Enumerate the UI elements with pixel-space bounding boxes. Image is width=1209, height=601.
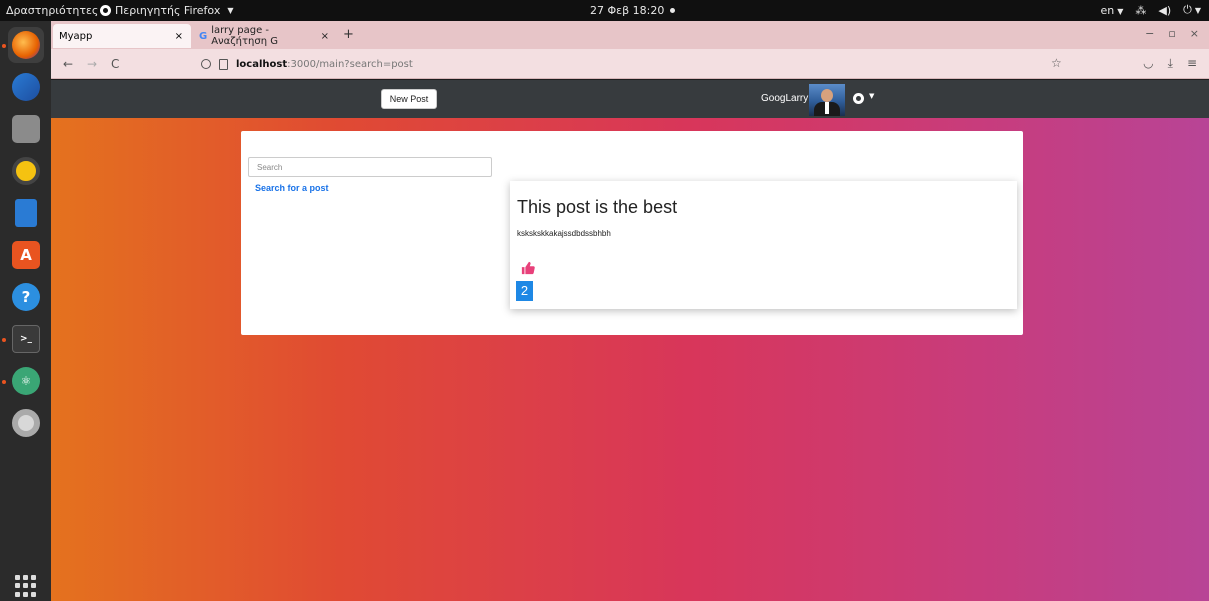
files-icon (12, 115, 40, 143)
software-icon: A (12, 241, 40, 269)
bookmark-star-icon[interactable]: ☆ (1051, 56, 1062, 70)
chevron-down-icon[interactable]: ▼ (869, 92, 874, 100)
user-circle-icon[interactable] (853, 93, 864, 104)
chevron-down-icon: ▼ (227, 6, 234, 15)
post-card: This post is the best ksksksk​kakajssdbd… (510, 181, 1017, 309)
url-bar[interactable]: localhost:3000/main?search=post (191, 54, 1071, 74)
dock: A ? >_ ⚛ (0, 21, 51, 601)
firefox-icon (100, 5, 111, 16)
url-host: localhost (236, 58, 288, 70)
avatar[interactable] (809, 84, 845, 116)
system-top-bar: Δραστηριότητες Περιηγητής Firefox ▼ 27 Φ… (0, 0, 1209, 21)
post-body: ksksksk​kakajssdbdssbhbh (517, 229, 611, 238)
like-count: 2 (516, 281, 533, 301)
atom-icon: ⚛ (12, 367, 40, 395)
dock-software[interactable]: A (8, 237, 44, 273)
running-indicator (2, 44, 6, 48)
tab-bar: Myapp × G larry page - Αναζήτηση G × + −… (51, 21, 1209, 49)
activities-button[interactable]: Δραστηριότητες (6, 4, 98, 17)
firefox-icon (12, 31, 40, 59)
google-icon: G (199, 30, 208, 42)
close-icon[interactable]: × (175, 31, 183, 42)
back-icon[interactable]: ← (63, 57, 73, 71)
dock-files[interactable] (8, 111, 44, 147)
dock-help[interactable]: ? (8, 279, 44, 315)
show-apps-icon[interactable] (15, 575, 37, 597)
notification-dot-icon (670, 8, 676, 13)
close-icon[interactable]: × (321, 31, 329, 42)
dock-atom[interactable]: ⚛ (8, 363, 44, 399)
network-icon[interactable]: ⁂ (1135, 4, 1146, 17)
app-navbar: New Post GoogLarry ▼ (51, 80, 1209, 118)
thumbs-up-icon[interactable] (521, 261, 535, 275)
thunderbird-icon (12, 73, 40, 101)
running-indicator (2, 338, 6, 342)
pocket-icon[interactable]: ◡ (1143, 56, 1153, 71)
navigation-bar: ← → C localhost:3000/main?search=post ☆ … (51, 49, 1209, 79)
minimize-icon[interactable]: − (1145, 27, 1154, 40)
power-icon[interactable]: ⏻ ▼ (1183, 3, 1201, 17)
writer-icon (15, 199, 37, 227)
dock-firefox[interactable] (8, 27, 44, 63)
page-viewport: New Post GoogLarry ▼ Search for a post T… (51, 80, 1209, 601)
dock-terminal[interactable]: >_ (8, 321, 44, 357)
tab-google-search[interactable]: G larry page - Αναζήτηση G × (193, 24, 335, 48)
dock-rhythmbox[interactable] (8, 153, 44, 189)
window-controls: − ▫ × (1145, 27, 1199, 40)
dock-disc[interactable] (8, 405, 44, 441)
terminal-icon: >_ (12, 325, 40, 353)
volume-icon[interactable]: ◀) (1158, 4, 1171, 17)
running-indicator (2, 380, 6, 384)
reload-icon[interactable]: C (111, 57, 119, 71)
tracking-protection-icon[interactable] (201, 59, 211, 69)
chevron-down-icon: ▼ (1194, 6, 1201, 15)
search-input[interactable] (248, 157, 492, 177)
close-icon[interactable]: × (1190, 27, 1199, 40)
keyboard-layout[interactable]: en ▼ (1100, 4, 1123, 17)
post-title: This post is the best (517, 197, 678, 217)
disc-icon (12, 409, 40, 437)
tab-myapp[interactable]: Myapp × (53, 24, 191, 48)
menu-icon[interactable]: ≡ (1187, 56, 1197, 71)
app-menu[interactable]: Περιηγητής Firefox ▼ (100, 4, 233, 17)
maximize-icon[interactable]: ▫ (1168, 27, 1175, 40)
search-for-post-link[interactable]: Search for a post (255, 183, 329, 193)
username[interactable]: GoogLarry (761, 93, 808, 104)
tab-label: larry page - Αναζήτηση G (211, 25, 278, 47)
forward-icon[interactable]: → (87, 57, 97, 71)
app-menu-label: Περιηγητής Firefox (115, 4, 221, 17)
content-card: Search for a post This post is the best … (241, 131, 1023, 335)
new-tab-button[interactable]: + (343, 27, 354, 42)
download-icon[interactable]: ⤓ (1168, 56, 1173, 71)
url-path: :3000/main?search=post (287, 58, 413, 70)
keyboard-layout-label: en (1100, 3, 1115, 17)
clock[interactable]: 27 Φεβ 18:20 (590, 4, 676, 17)
dock-thunderbird[interactable] (8, 69, 44, 105)
new-post-button[interactable]: New Post (381, 89, 437, 109)
page-info-icon[interactable] (219, 58, 228, 70)
tab-label: Myapp (59, 30, 93, 42)
rhythmbox-icon (12, 157, 40, 185)
system-tray[interactable]: en ▼ ⁂ ◀) ⏻ ▼ (1100, 3, 1201, 17)
help-icon: ? (12, 283, 40, 311)
toolbar-buttons: ◡ ⤓ ≡ (1143, 56, 1197, 71)
clock-label: 27 Φεβ 18:20 (590, 4, 665, 17)
chevron-down-icon: ▼ (1117, 6, 1124, 16)
dock-writer[interactable] (8, 195, 44, 231)
